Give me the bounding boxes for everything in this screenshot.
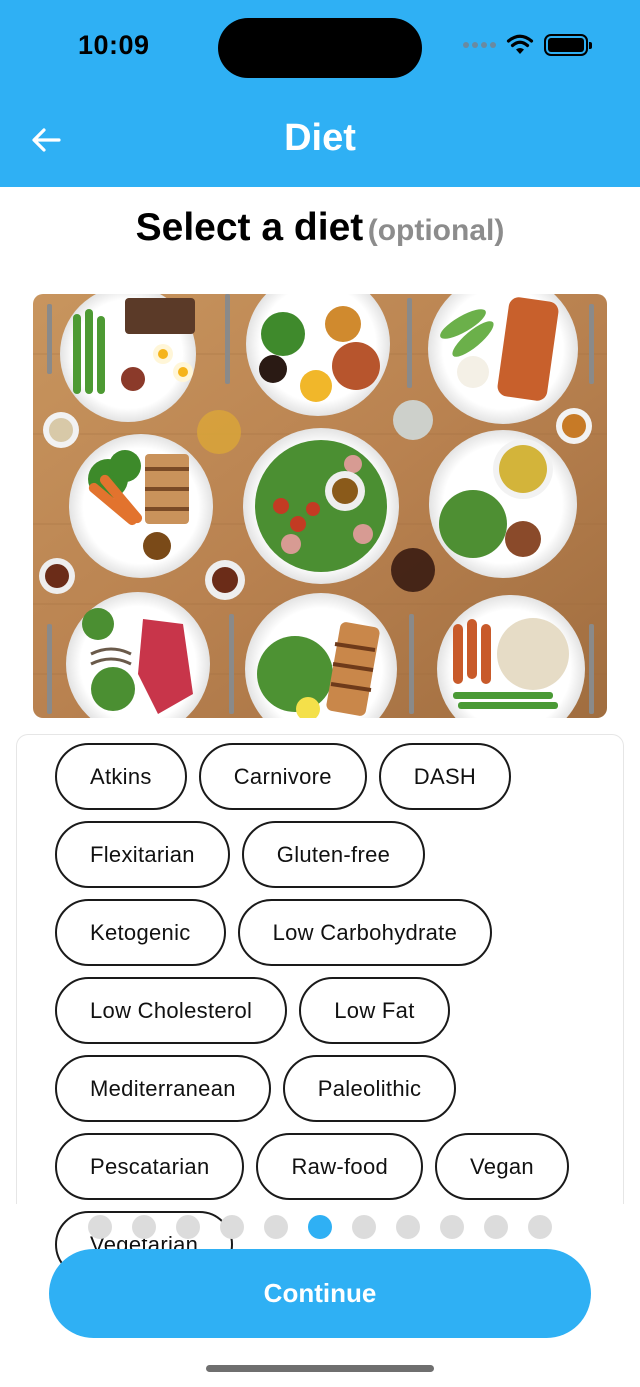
page-title: Diet	[284, 117, 356, 159]
diet-chip-ketogenic[interactable]: Ketogenic	[55, 899, 226, 966]
heading-text: Select a diet	[135, 206, 364, 249]
diet-chip-list: Atkins Carnivore DASH Flexitarian Gluten-fre…	[55, 743, 595, 1278]
diet-chip-raw-food[interactable]: Raw-food	[256, 1133, 424, 1200]
diet-hero-image	[33, 294, 607, 718]
dynamic-island	[218, 18, 422, 78]
home-indicator	[206, 1365, 434, 1372]
page-dot	[264, 1215, 288, 1239]
page-dot	[132, 1215, 156, 1239]
diet-chip-gluten-free[interactable]: Gluten-free	[241, 821, 426, 888]
app-header: 10:09 Diet	[0, 0, 640, 187]
battery-icon	[544, 34, 592, 56]
status-time: 10:09	[78, 30, 150, 60]
onboarding-page-indicator	[0, 1215, 640, 1239]
page-dot	[440, 1215, 464, 1239]
food-table-illustration	[33, 294, 607, 718]
diet-chip-atkins[interactable]: Atkins	[55, 743, 187, 810]
diet-chip-pescatarian[interactable]: Pescatarian	[55, 1133, 245, 1200]
diet-chip-low-cholesterol[interactable]: Low Cholesterol	[55, 977, 288, 1044]
heading-optional-label: (optional)	[367, 214, 505, 247]
page-dot	[176, 1215, 200, 1239]
page-dot	[484, 1215, 508, 1239]
signal-icon	[463, 42, 496, 48]
section-heading: Select a diet (optional)	[0, 206, 640, 250]
diet-chip-low-carbohydrate[interactable]: Low Carbohydrate	[237, 899, 493, 966]
page-dot-active	[308, 1215, 332, 1239]
page-dot	[88, 1215, 112, 1239]
page-dot	[220, 1215, 244, 1239]
page-dot	[528, 1215, 552, 1239]
continue-button[interactable]: Continue	[49, 1249, 591, 1338]
diet-chip-carnivore[interactable]: Carnivore	[198, 743, 367, 810]
status-icons	[463, 34, 592, 56]
diet-chip-vegan[interactable]: Vegan	[435, 1133, 569, 1200]
diet-chip-paleolithic[interactable]: Paleolithic	[282, 1055, 457, 1122]
diet-chip-low-fat[interactable]: Low Fat	[299, 977, 450, 1044]
page-dot	[396, 1215, 420, 1239]
diet-chip-dash[interactable]: DASH	[378, 743, 512, 810]
diet-options-card: Atkins Carnivore DASH Flexitarian Gluten-fre…	[16, 734, 624, 1278]
diet-chip-flexitarian[interactable]: Flexitarian	[55, 821, 230, 888]
diet-chip-mediterranean[interactable]: Mediterranean	[55, 1055, 271, 1122]
wifi-icon	[506, 34, 534, 54]
page-dot	[352, 1215, 376, 1239]
